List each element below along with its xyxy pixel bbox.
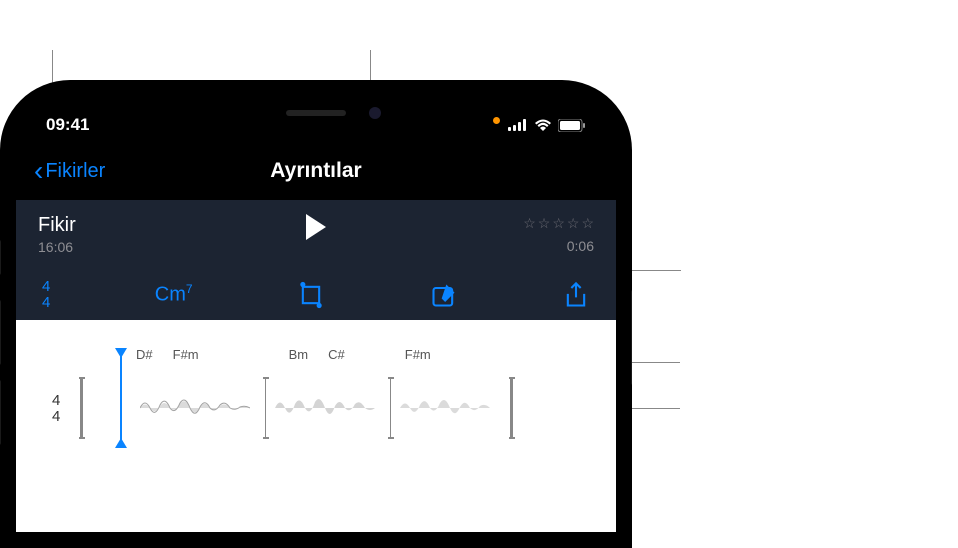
bar-line: [80, 378, 83, 438]
controls-row: 4 4 Cm7: [38, 279, 594, 310]
waveform-segment: [140, 393, 250, 423]
time-sig-numerator: 4: [42, 279, 50, 294]
edit-icon[interactable]: [430, 281, 458, 309]
chord-label: D#: [136, 347, 153, 362]
chord-label: F#m: [405, 347, 431, 362]
rating-stars[interactable]: ☆ ☆ ☆ ☆ ☆: [523, 215, 594, 232]
phone-volume-down: [0, 380, 1, 445]
front-camera: [369, 107, 381, 119]
chord-label: C#: [328, 347, 345, 362]
bar-line: [390, 378, 391, 438]
back-button-label: Fikirler: [45, 160, 105, 183]
star-icon: ☆: [538, 215, 551, 232]
status-time: 09:41: [46, 115, 89, 135]
phone-side-button: [0, 240, 1, 275]
phone-frame: 09:41: [0, 80, 632, 548]
wifi-icon: [534, 119, 552, 131]
time-sig-denominator: 4: [42, 295, 50, 310]
star-icon: ☆: [552, 215, 565, 232]
bar-line: [510, 378, 513, 438]
share-icon[interactable]: [562, 281, 590, 309]
play-button[interactable]: [306, 214, 326, 240]
phone-screen: 09:41: [16, 96, 616, 532]
idea-timestamp: 16:06: [38, 239, 76, 255]
chord-label: F#m: [173, 347, 199, 362]
phone-power-button: [631, 290, 632, 385]
battery-icon: [558, 119, 586, 132]
chevron-left-icon: ‹: [34, 155, 43, 187]
phone-volume-up: [0, 300, 1, 365]
star-icon: ☆: [567, 215, 580, 232]
waveform-area: D# F#m Bm C# F#m 4 4: [16, 320, 616, 532]
waveform-time-signature: 4 4: [52, 393, 60, 424]
trim-icon[interactable]: [297, 281, 325, 309]
back-button[interactable]: ‹ Fikirler: [34, 155, 105, 187]
phone-notch: [206, 96, 426, 130]
play-icon: [306, 214, 326, 240]
time-signature-button[interactable]: 4 4: [42, 279, 50, 310]
idea-title[interactable]: Fikir: [38, 214, 76, 237]
waveform-segment: [275, 393, 375, 423]
playhead[interactable]: [120, 350, 122, 446]
recording-indicator-icon: [493, 117, 500, 124]
idea-duration: 0:06: [523, 238, 594, 254]
speaker-slot: [286, 110, 346, 116]
key-chord-button[interactable]: Cm7: [155, 282, 193, 307]
bar-line: [265, 378, 266, 438]
chord-strip: D# F#m Bm C# F#m: [16, 340, 616, 368]
waveform-container[interactable]: 4 4: [16, 368, 616, 448]
waveform-segment: [400, 393, 490, 423]
star-icon: ☆: [581, 215, 594, 232]
idea-header: Fikir 16:06 ☆ ☆ ☆ ☆ ☆ 0:06: [16, 200, 616, 320]
star-icon: ☆: [523, 215, 536, 232]
cellular-signal-icon: [508, 119, 528, 131]
page-title: Ayrıntılar: [270, 159, 361, 183]
navigation-bar: ‹ Fikirler Ayrıntılar: [16, 146, 616, 196]
chord-label: Bm: [289, 347, 309, 362]
